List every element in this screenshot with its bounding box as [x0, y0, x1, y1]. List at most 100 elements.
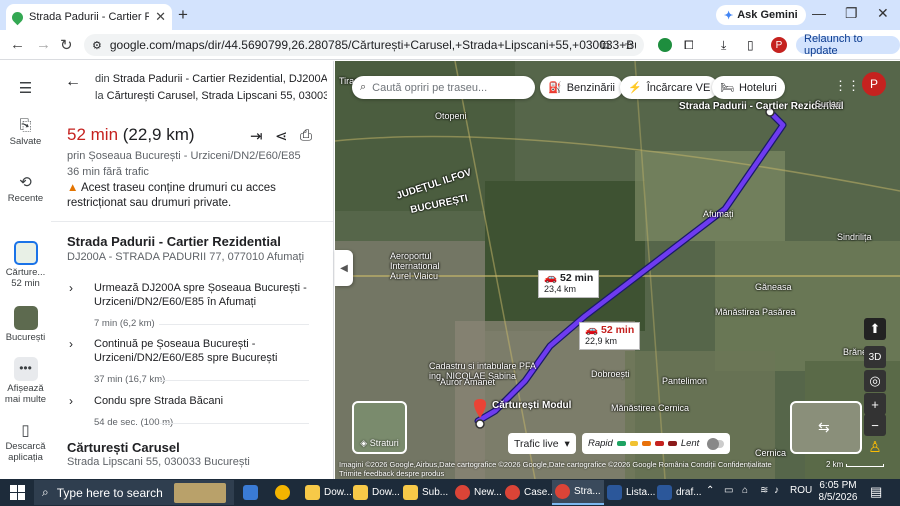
language-indicator[interactable]: ROU — [790, 485, 812, 496]
taskbar-app[interactable]: Lista... — [604, 480, 658, 505]
pegman-icon[interactable]: ♙ — [864, 436, 886, 458]
recent-place-item[interactable]: București — [0, 306, 51, 343]
recent-button[interactable]: ⟲ Recente — [0, 173, 51, 204]
wifi-icon[interactable]: ≋ — [760, 485, 768, 496]
traffic-toggle[interactable] — [707, 437, 724, 450]
extensions-puzzle-icon[interactable]: ⧠ — [684, 38, 698, 52]
taskbar-clock[interactable]: 6:05 PM 8/5/2026 — [816, 480, 860, 504]
forward-arrow-icon[interactable]: → — [36, 36, 51, 53]
directions-panel: ← din Strada Padurii - Cartier Rezidenti… — [51, 61, 334, 479]
poi-label[interactable]: Auror Amanet — [440, 377, 495, 387]
chrome-icon — [505, 485, 520, 500]
route-distance: (22,9 km) — [122, 125, 195, 144]
taskbar-app-chrome[interactable] — [272, 480, 293, 505]
maximize-button[interactable]: ❐ — [845, 5, 858, 22]
zoom-in-button[interactable]: + — [864, 393, 886, 415]
taskbar-app-active[interactable]: Stra... — [552, 480, 604, 505]
saved-button[interactable]: ⎘ Salvate — [0, 117, 51, 147]
airport-label[interactable]: Aeroportul International Aurel Vlaicu — [390, 251, 450, 281]
close-window-button[interactable]: ✕ — [877, 5, 889, 22]
site-info-icon[interactable]: ⚙ — [92, 39, 102, 52]
account-avatar[interactable]: P — [862, 72, 886, 96]
search-along-route-input[interactable]: ⌕ Caută opriri pe traseu... — [352, 76, 535, 99]
taskbar-app[interactable]: Dow... — [302, 480, 355, 505]
to-prefix: la — [95, 90, 104, 102]
town-label[interactable]: Afumați — [703, 209, 734, 219]
layers-button[interactable]: ◈ Straturi — [352, 401, 407, 454]
ask-gemini-button[interactable]: ✦ Ask Gemini — [716, 5, 806, 25]
chip-hotels[interactable]: 🛏 Hoteluri — [712, 76, 785, 99]
poi-label[interactable]: Mănăstirea Cernica — [611, 403, 689, 413]
alt-route-bubble[interactable]: 🚗 52 min 23,4 km — [538, 270, 600, 298]
tab-split-icon[interactable]: ▯ — [747, 38, 761, 52]
gemini-icon: ✦ — [724, 9, 734, 22]
more-button[interactable]: ••• Afișează mai multe — [0, 357, 51, 405]
my-location-icon[interactable]: ◎ — [864, 370, 886, 392]
collapse-panel-button[interactable]: ◀ — [335, 250, 353, 286]
poi-label[interactable]: Mănăstirea Pasărea — [715, 307, 796, 317]
destination-name: Cărturești Carusel — [67, 440, 180, 455]
extension-icon[interactable] — [658, 38, 672, 52]
print-icon[interactable]: ⎙ — [300, 127, 312, 144]
minimize-button[interactable]: — — [812, 5, 826, 21]
address-bar[interactable]: ⚙ google.com/maps/dir/44.5690799,26.2807… — [84, 34, 644, 56]
new-tab-button[interactable]: + — [178, 5, 188, 25]
zoom-out-button[interactable]: − — [864, 414, 886, 436]
street-view-thumbnail[interactable]: ⇆ — [790, 401, 862, 454]
route-bubble[interactable]: 🚗 52 min 22,9 km — [579, 322, 641, 350]
legend-seg — [629, 441, 639, 446]
close-tab-icon[interactable]: ✕ — [155, 9, 166, 25]
gas-station-icon: ⛽ — [548, 82, 562, 94]
route-via: prin Șoseaua București - Urziceni/DN2/E6… — [67, 150, 301, 162]
step-distance: 7 min (6,2 km) — [94, 318, 155, 329]
to-text[interactable]: Cărturești Carusel, Strada Lipscani 55, … — [107, 90, 327, 102]
windows-start-icon[interactable] — [10, 485, 25, 500]
back-arrow-icon[interactable]: ← — [10, 36, 25, 53]
chip-gas-stations[interactable]: ⛽ Benzinării — [540, 76, 624, 99]
menu-button[interactable]: ☰ — [0, 79, 51, 99]
taskbar-app[interactable]: Dow... — [350, 480, 403, 505]
compass-icon[interactable]: ⬆ — [864, 318, 886, 340]
more-icon: ••• — [13, 357, 38, 381]
relaunch-button[interactable]: Relaunch to update — [796, 33, 900, 57]
recent-dir-label: Cărture... — [5, 267, 46, 278]
tray-chevron-icon[interactable]: ⌃ — [706, 485, 714, 496]
back-arrow-icon[interactable]: ← — [65, 73, 81, 91]
volume-icon[interactable]: ♪ — [774, 485, 779, 496]
taskbar-app-copilot[interactable] — [240, 480, 261, 505]
taskbar-app[interactable]: New... — [452, 480, 505, 505]
share-icon[interactable]: ⋖ — [275, 127, 288, 145]
taskbar-search-placeholder: Type here to search — [56, 485, 163, 500]
no-traffic-time: 36 min fără trafic — [67, 166, 149, 178]
from-text[interactable]: Strada Padurii - Cartier Rezidential, DJ… — [113, 73, 327, 85]
feedback-link[interactable]: Trimite feedback despre produs — [339, 469, 900, 478]
profile-avatar[interactable]: P — [771, 37, 787, 53]
tray-network-icon[interactable]: ⌂ — [742, 485, 748, 496]
live-traffic-dropdown[interactable]: Trafic live ▾ — [508, 433, 576, 454]
taskbar-app[interactable]: Case... — [502, 480, 559, 505]
destination-map-label[interactable]: Cărturești Modul — [492, 400, 571, 411]
clock-date: 8/5/2026 — [818, 492, 858, 503]
map-scale: 2 km — [826, 460, 884, 469]
send-to-phone-icon[interactable]: ⇥ — [250, 127, 263, 145]
download-icon[interactable]: ⤓ — [721, 38, 735, 52]
chip-ev-charging[interactable]: ⚡ Încărcare VE — [620, 76, 719, 99]
tray-app-icon[interactable]: ▭ — [724, 485, 733, 496]
town-label: Surlari — [815, 99, 842, 109]
notification-icon[interactable]: ▤ — [870, 484, 882, 500]
ev-charging-icon: ⚡ — [628, 82, 642, 94]
browser-tab[interactable]: Strada Padurii - Cartier Rezidential ✕ — [6, 4, 172, 30]
directions-thumb — [13, 241, 38, 265]
reload-icon[interactable]: ↻ — [60, 36, 73, 54]
install-app-icon[interactable]: ⧉ — [601, 38, 615, 52]
taskbar-search-input[interactable]: ⌕ Type here to search — [34, 480, 234, 505]
layers-label: ◈ Straturi — [360, 438, 399, 448]
copilot-icon — [243, 485, 258, 500]
taskbar-app[interactable]: Sub... — [400, 480, 451, 505]
recent-directions-item[interactable]: Cărture... 52 min — [0, 241, 51, 289]
origin-address: DJ200A - STRADA PADURII 77, 077010 Afuma… — [67, 251, 305, 263]
taskbar-app[interactable]: draf... — [654, 480, 705, 505]
bookmark-star-icon[interactable]: ☆ — [624, 38, 638, 52]
toggle-3d-button[interactable]: 3D — [864, 346, 886, 368]
download-app-button[interactable]: ▯ Descarcă aplicația — [0, 421, 51, 463]
